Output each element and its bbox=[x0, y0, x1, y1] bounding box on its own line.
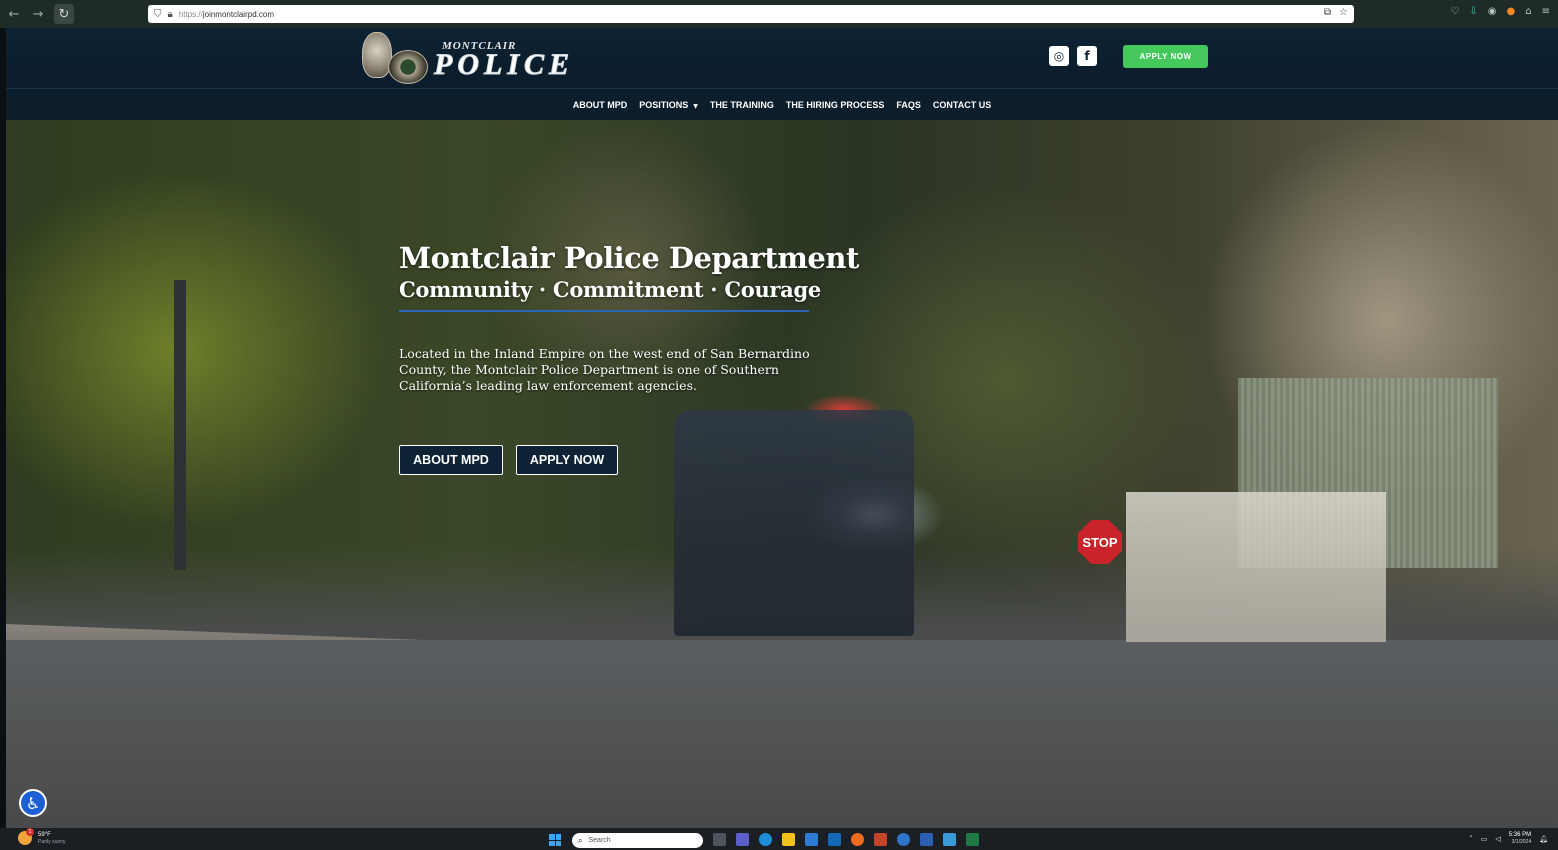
nav-about-mpd[interactable]: ABOUT MPD bbox=[573, 100, 628, 110]
address-bar[interactable]: ⛉ 🔒︎ https://joinmontclairpd.com ⧉ ☆ bbox=[148, 5, 1354, 23]
hero-content: Montclair Police Department Community · … bbox=[399, 240, 859, 394]
menu-icon[interactable]: ≡ bbox=[1542, 6, 1550, 17]
hero-buttons: ABOUT MPD APPLY NOW bbox=[399, 445, 618, 475]
search-placeholder: Search bbox=[588, 837, 611, 844]
hero-police-vehicle bbox=[674, 410, 914, 636]
account-icon[interactable]: ◉ bbox=[1488, 6, 1497, 17]
instagram-icon[interactable]: ◎ bbox=[1049, 46, 1069, 66]
network-icon[interactable]: ▭ bbox=[1481, 835, 1488, 843]
search-icon: ⌕ bbox=[578, 835, 583, 845]
police-badge-icon bbox=[362, 32, 392, 78]
firefox-icon[interactable] bbox=[851, 833, 864, 846]
teams-icon[interactable] bbox=[736, 833, 749, 846]
nav-hiring-process[interactable]: THE HIRING PROCESS bbox=[786, 100, 885, 110]
taskbar-clock[interactable]: 5:36 PM 3/1/2024 bbox=[1509, 832, 1531, 845]
hero-wall bbox=[1126, 492, 1386, 642]
browser-toolbar: ← → ↻ ⛉ 🔒︎ https://joinmontclairpd.com ⧉… bbox=[0, 0, 1558, 28]
header-apply-now-button[interactable]: APPLY NOW bbox=[1123, 45, 1208, 68]
snipping-tool-icon[interactable] bbox=[943, 833, 956, 846]
hero-section: STOP bbox=[6, 120, 1558, 828]
word-icon[interactable] bbox=[920, 833, 933, 846]
url-text[interactable]: https://joinmontclairpd.com bbox=[179, 10, 274, 19]
hero-subtitle: Community · Commitment · Courage bbox=[399, 277, 821, 302]
nav-faqs[interactable]: FAQS bbox=[896, 100, 921, 110]
pocket-icon[interactable]: ♡ bbox=[1450, 6, 1459, 17]
notification-bell-icon[interactable]: 🔔︎ bbox=[1539, 835, 1548, 843]
bookmark-star-icon[interactable]: ☆ bbox=[1339, 7, 1348, 18]
stop-sign: STOP bbox=[1078, 520, 1122, 564]
hero-title: Montclair Police Department bbox=[399, 241, 859, 275]
forward-icon[interactable]: → bbox=[28, 4, 48, 24]
main-navigation: ABOUT MPD POSITIONS ▼ THE TRAINING THE HI… bbox=[6, 88, 1558, 120]
hero-about-mpd-button[interactable]: ABOUT MPD bbox=[399, 445, 503, 475]
nav-contact-us[interactable]: CONTACT US bbox=[933, 100, 991, 110]
volume-icon[interactable]: ◁ bbox=[1495, 835, 1500, 843]
system-tray: ˄ ▭ ◁ 5:36 PM 3/1/2024 🔔︎ bbox=[1469, 832, 1548, 845]
powerpoint-icon[interactable] bbox=[874, 833, 887, 846]
hero-divider bbox=[399, 310, 809, 312]
outlook-icon[interactable] bbox=[828, 833, 841, 846]
task-view-icon[interactable] bbox=[713, 833, 726, 846]
weather-condition: Partly sunny bbox=[38, 838, 66, 845]
clock-date: 3/1/2024 bbox=[1511, 839, 1532, 845]
help-icon[interactable] bbox=[897, 833, 910, 846]
windows-taskbar: 1 59°F Partly sunny ⌕ Search ˄ ▭ ◁ 5:36 … bbox=[0, 828, 1558, 850]
download-icon[interactable]: ⇩ bbox=[1469, 6, 1477, 17]
chevron-up-icon[interactable]: ˄ bbox=[1469, 835, 1473, 843]
city-seal-icon bbox=[388, 50, 428, 84]
hero-apply-now-button[interactable]: APPLY NOW bbox=[516, 445, 618, 475]
clock-time: 5:36 PM bbox=[1508, 832, 1532, 838]
extension-icon[interactable]: ● bbox=[1507, 6, 1516, 17]
notification-badge: 1 bbox=[26, 828, 34, 836]
nav-the-training[interactable]: THE TRAINING bbox=[710, 100, 774, 110]
file-explorer-icon[interactable] bbox=[782, 833, 795, 846]
weather-sun-icon: 1 bbox=[18, 828, 34, 845]
chevron-down-icon: ▼ bbox=[693, 102, 698, 110]
translate-icon[interactable]: ⧉ bbox=[1324, 7, 1331, 18]
weather-widget[interactable]: 1 59°F Partly sunny bbox=[18, 828, 66, 845]
hero-road bbox=[6, 640, 1558, 828]
logo-police-text: POLICE bbox=[433, 48, 575, 81]
hero-pole bbox=[174, 280, 186, 570]
accessibility-icon[interactable]: ♿︎ bbox=[19, 789, 47, 817]
weather-temp: 59°F bbox=[38, 831, 51, 838]
puzzle-icon[interactable]: ⌂ bbox=[1525, 6, 1531, 17]
back-icon[interactable]: ← bbox=[4, 4, 24, 24]
site-logo[interactable]: MONTCLAIR POLICE bbox=[362, 32, 652, 86]
shield-icon[interactable]: ⛉ bbox=[154, 9, 162, 20]
windows-start-icon[interactable] bbox=[549, 834, 561, 846]
nav-positions[interactable]: POSITIONS ▼ bbox=[639, 100, 698, 110]
lock-icon[interactable]: 🔒︎ bbox=[168, 9, 173, 20]
edge-icon[interactable] bbox=[759, 833, 772, 846]
excel-icon[interactable] bbox=[966, 833, 979, 846]
site-header: MONTCLAIR POLICE ◎ f APPLY NOW bbox=[6, 28, 1558, 88]
store-icon[interactable] bbox=[805, 833, 818, 846]
hero-description: Located in the Inland Empire on the west… bbox=[399, 346, 810, 393]
facebook-icon[interactable]: f bbox=[1077, 46, 1097, 66]
nav-positions-label: POSITIONS bbox=[639, 99, 689, 110]
reload-icon[interactable]: ↻ bbox=[54, 4, 74, 24]
taskbar-search[interactable]: ⌕ Search bbox=[572, 833, 703, 848]
